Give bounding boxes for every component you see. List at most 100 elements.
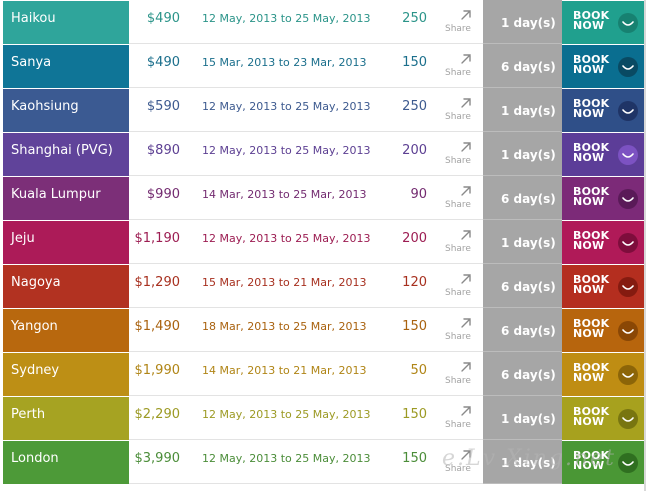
smile-icon	[618, 365, 638, 385]
book-now-label: BOOK NOW	[573, 362, 609, 383]
share-button[interactable]: Share	[441, 314, 475, 348]
share-button[interactable]: Share	[441, 402, 475, 436]
seat-count: 200	[402, 231, 427, 246]
duration-cell: 1 day(s)	[483, 220, 562, 264]
date-range: 18 Mar, 2013 to 25 Mar, 2013	[202, 320, 367, 333]
city-cell: Kuala Lumpur	[3, 177, 129, 220]
share-label: Share	[445, 200, 471, 210]
share-arrow-icon	[461, 142, 471, 152]
price-value: $990	[146, 187, 180, 202]
price-value: $1,190	[134, 231, 181, 246]
smile-icon	[618, 145, 638, 165]
share-button[interactable]: Share	[441, 446, 475, 480]
share-button[interactable]: Share	[441, 358, 475, 392]
city-name: Shanghai (PVG)	[11, 143, 113, 158]
share-arrow-icon	[461, 450, 471, 460]
book-label-line2: NOW	[573, 151, 605, 164]
book-label-line2: NOW	[573, 107, 605, 120]
city-cell: Nagoya	[3, 265, 129, 308]
duration-value: 6 day(s)	[501, 324, 556, 338]
date-range: 12 May, 2013 to 25 May, 2013	[202, 144, 371, 157]
book-now-label: BOOK NOW	[573, 318, 609, 340]
share-label: Share	[445, 420, 471, 430]
table-row[interactable]: Nagoya $1,290 15 Mar, 2013 to 21 Mar, 20…	[0, 264, 646, 308]
book-now-button[interactable]: BOOK NOW	[562, 177, 646, 220]
details-cell: $990 14 Mar, 2013 to 25 Mar, 2013 90 Sha…	[129, 177, 483, 220]
book-now-label: BOOK NOW	[573, 274, 609, 296]
book-now-button[interactable]: BOOK NOW	[562, 441, 646, 484]
table-row[interactable]: Shanghai (PVG) $890 12 May, 2013 to 25 M…	[0, 132, 646, 176]
share-label: Share	[445, 376, 471, 386]
book-label-line2: NOW	[573, 239, 605, 252]
share-label: Share	[445, 464, 471, 474]
seat-count: 250	[402, 99, 427, 114]
table-row[interactable]: Kaohsiung $590 12 May, 2013 to 25 May, 2…	[0, 88, 646, 132]
share-arrow-icon	[461, 98, 471, 108]
duration-value: 6 day(s)	[501, 368, 556, 382]
book-label-line2: NOW	[573, 195, 605, 208]
table-row[interactable]: Yangon $1,490 18 Mar, 2013 to 25 Mar, 20…	[0, 308, 646, 352]
share-button[interactable]: Share	[441, 182, 475, 216]
share-button[interactable]: Share	[441, 94, 475, 128]
share-button[interactable]: Share	[441, 50, 475, 84]
table-row[interactable]: Jeju $1,190 12 May, 2013 to 25 May, 2013…	[0, 220, 646, 264]
book-now-button[interactable]: BOOK NOW	[562, 1, 646, 44]
table-row[interactable]: Sanya $490 15 Mar, 2013 to 23 Mar, 2013 …	[0, 44, 646, 88]
city-cell: Sanya	[3, 45, 129, 88]
table-row[interactable]: Haikou $490 12 May, 2013 to 25 May, 2013…	[0, 0, 646, 44]
duration-value: 6 day(s)	[501, 192, 556, 206]
duration-cell: 1 day(s)	[483, 132, 562, 176]
price-value: $890	[146, 143, 180, 158]
book-now-button[interactable]: BOOK NOW	[562, 221, 646, 264]
details-cell: $3,990 12 May, 2013 to 25 May, 2013 150 …	[129, 441, 483, 484]
smile-icon	[618, 13, 638, 33]
duration-value: 1 day(s)	[501, 412, 556, 426]
seat-count: 150	[402, 451, 427, 466]
book-now-button[interactable]: BOOK NOW	[562, 89, 646, 132]
seat-count: 50	[410, 363, 427, 378]
duration-value: 6 day(s)	[501, 60, 556, 74]
book-now-button[interactable]: BOOK NOW	[562, 45, 646, 88]
city-cell: Yangon	[3, 309, 129, 352]
book-label-line2: NOW	[573, 283, 605, 296]
share-label: Share	[445, 68, 471, 78]
table-row[interactable]: Perth $2,290 12 May, 2013 to 25 May, 201…	[0, 396, 646, 440]
share-button[interactable]: Share	[441, 270, 475, 304]
date-range: 15 Mar, 2013 to 21 Mar, 2013	[202, 276, 367, 289]
share-label: Share	[445, 332, 471, 342]
smile-icon	[618, 453, 638, 473]
share-arrow-icon	[461, 186, 471, 196]
book-now-button[interactable]: BOOK NOW	[562, 309, 646, 352]
details-cell: $490 12 May, 2013 to 25 May, 2013 250 Sh…	[129, 1, 483, 44]
duration-cell: 6 day(s)	[483, 44, 562, 88]
price-value: $1,490	[134, 319, 181, 334]
table-row[interactable]: London $3,990 12 May, 2013 to 25 May, 20…	[0, 440, 646, 484]
duration-value: 1 day(s)	[501, 16, 556, 30]
city-cell: London	[3, 441, 129, 484]
smile-icon	[618, 57, 638, 77]
share-button[interactable]: Share	[441, 138, 475, 172]
duration-cell: 6 day(s)	[483, 264, 562, 308]
share-arrow-icon	[461, 274, 471, 284]
book-label-line2: NOW	[573, 327, 605, 340]
price-value: $490	[146, 55, 180, 70]
price-value: $3,990	[134, 451, 181, 466]
share-button[interactable]: Share	[441, 226, 475, 260]
duration-value: 1 day(s)	[501, 148, 556, 162]
book-now-button[interactable]: BOOK NOW	[562, 397, 646, 440]
share-button[interactable]: Share	[441, 6, 475, 40]
seat-count: 90	[410, 187, 427, 202]
date-range: 15 Mar, 2013 to 23 Mar, 2013	[202, 56, 367, 69]
details-cell: $1,290 15 Mar, 2013 to 21 Mar, 2013 120 …	[129, 265, 483, 308]
table-row[interactable]: Kuala Lumpur $990 14 Mar, 2013 to 25 Mar…	[0, 176, 646, 220]
book-now-button[interactable]: BOOK NOW	[562, 133, 646, 176]
duration-value: 1 day(s)	[501, 456, 556, 470]
book-now-button[interactable]: BOOK NOW	[562, 353, 646, 396]
book-now-label: BOOK NOW	[573, 142, 609, 164]
book-now-label: BOOK NOW	[573, 54, 609, 75]
smile-icon	[618, 101, 638, 121]
table-row[interactable]: Sydney $1,990 14 Mar, 2013 to 21 Mar, 20…	[0, 352, 646, 396]
book-now-button[interactable]: BOOK NOW	[562, 265, 646, 308]
city-name: Nagoya	[11, 275, 61, 290]
book-now-label: BOOK NOW	[573, 230, 609, 252]
